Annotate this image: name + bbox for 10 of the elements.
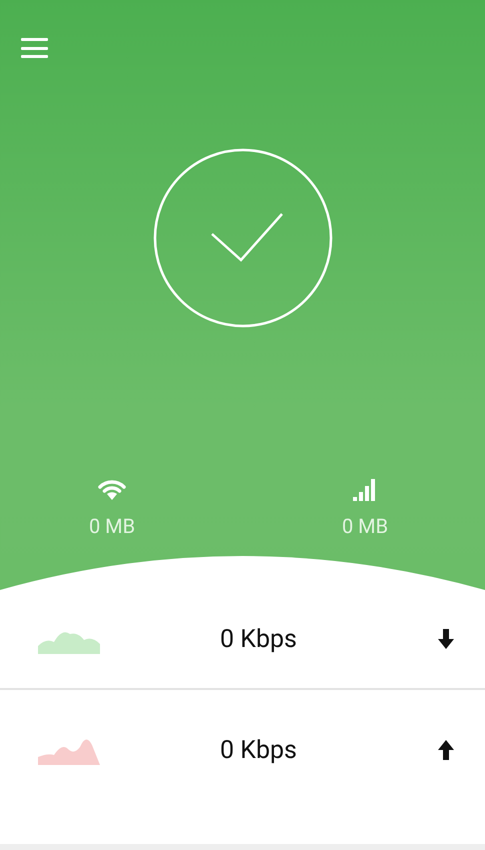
- up-arrow-icon: [437, 740, 455, 760]
- menu-button[interactable]: [21, 38, 48, 58]
- speed-value: 0 Kbps: [219, 736, 298, 764]
- wifi-icon: [96, 478, 128, 502]
- checkmark-circle-icon: [152, 148, 332, 328]
- signal-bars-icon: [352, 478, 378, 502]
- usage-amount: 0 MB: [88, 514, 136, 538]
- usage-amount: 0 MB: [342, 514, 388, 538]
- speed-value: 0 Kbps: [219, 624, 298, 654]
- down-arrow-icon: [437, 629, 455, 649]
